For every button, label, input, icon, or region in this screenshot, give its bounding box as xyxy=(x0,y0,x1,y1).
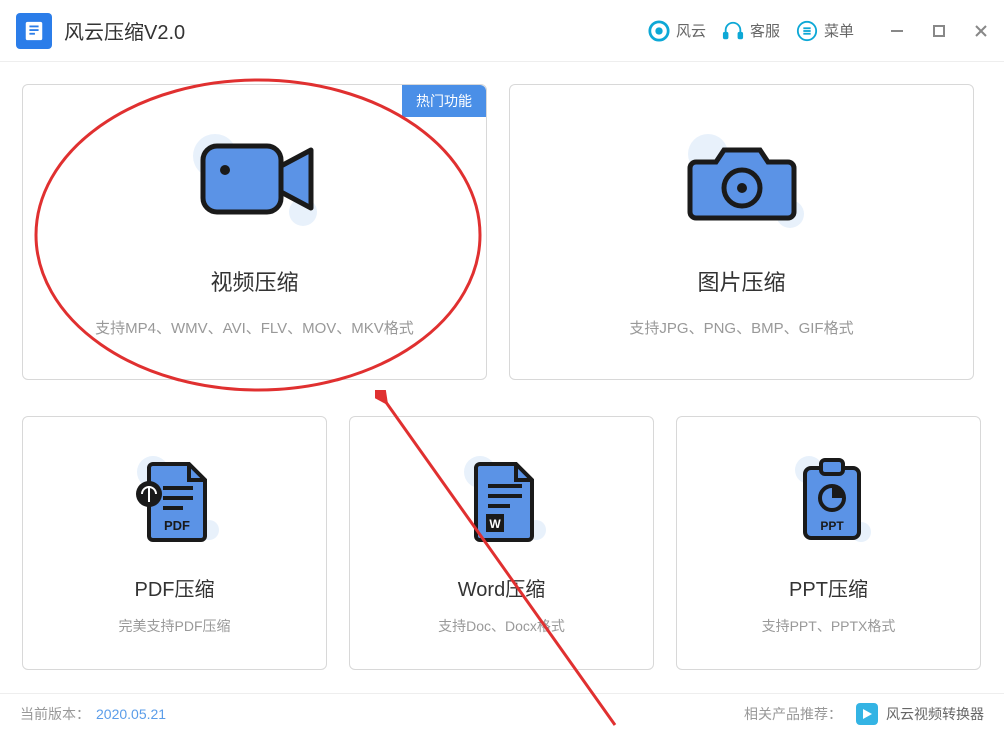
related-label: 相关产品推荐： xyxy=(744,704,842,724)
card-word-compress[interactable]: W Word压缩 支持Doc、Docx格式 xyxy=(349,416,654,670)
version-value: 2020.05.21 xyxy=(96,706,166,722)
card-title: PPT压缩 xyxy=(789,573,868,602)
footer-bar: 当前版本： 2020.05.21 相关产品推荐： 风云视频转换器 xyxy=(0,693,1004,733)
card-title: 图片压缩 xyxy=(697,265,785,297)
ppt-clipboard-icon: PPT xyxy=(779,450,879,555)
hot-badge: 热门功能 xyxy=(402,85,486,117)
related-product-link[interactable]: 风云视频转换器 xyxy=(856,703,984,725)
svg-text:PPT: PPT xyxy=(820,519,844,533)
card-video-compress[interactable]: 热门功能 视频压缩 支持MP4、WMV、AVI、FLV、MOV、MKV格式 xyxy=(22,84,487,380)
close-button[interactable] xyxy=(966,16,996,46)
brand-icon xyxy=(648,20,670,42)
card-subtitle: 完美支持PDF压缩 xyxy=(119,616,231,636)
video-camera-icon xyxy=(185,126,325,241)
card-subtitle: 支持Doc、Docx格式 xyxy=(438,616,565,636)
svg-text:W: W xyxy=(489,517,501,531)
version-label: 当前版本： xyxy=(20,704,90,724)
word-file-icon: W xyxy=(452,450,552,555)
brand-link[interactable]: 风云 xyxy=(648,20,706,42)
pdf-file-icon: PDF xyxy=(125,450,225,555)
related-product-name: 风云视频转换器 xyxy=(886,704,984,724)
app-icon xyxy=(16,13,52,49)
menu-link[interactable]: 菜单 xyxy=(796,20,854,42)
main-content: 热门功能 视频压缩 支持MP4、WMV、AVI、FLV、MOV、MKV格式 xyxy=(0,62,1004,693)
title-actions: 风云 客服 菜单 xyxy=(648,16,996,46)
brand-label: 风云 xyxy=(676,20,706,41)
card-ppt-compress[interactable]: PPT PPT压缩 支持PPT、PPTX格式 xyxy=(676,416,981,670)
support-link[interactable]: 客服 xyxy=(722,20,780,42)
menu-label: 菜单 xyxy=(824,20,854,41)
card-pdf-compress[interactable]: PDF PDF压缩 完美支持PDF压缩 xyxy=(22,416,327,670)
svg-text:PDF: PDF xyxy=(164,518,190,533)
minimize-button[interactable] xyxy=(882,16,912,46)
card-subtitle: 支持PPT、PPTX格式 xyxy=(762,616,896,636)
title-bar: 风云压缩V2.0 风云 客服 菜单 xyxy=(0,0,1004,62)
card-subtitle: 支持JPG、PNG、BMP、GIF格式 xyxy=(629,317,853,338)
card-subtitle: 支持MP4、WMV、AVI、FLV、MOV、MKV格式 xyxy=(95,317,414,338)
card-title: PDF压缩 xyxy=(135,573,215,602)
converter-icon xyxy=(856,703,878,725)
headset-icon xyxy=(722,20,744,42)
card-title: Word压缩 xyxy=(458,573,545,602)
camera-icon xyxy=(672,126,812,241)
support-label: 客服 xyxy=(750,20,780,41)
maximize-button[interactable] xyxy=(924,16,954,46)
app-title: 风云压缩V2.0 xyxy=(64,16,648,45)
menu-icon xyxy=(796,20,818,42)
card-title: 视频压缩 xyxy=(210,265,298,297)
card-image-compress[interactable]: 图片压缩 支持JPG、PNG、BMP、GIF格式 xyxy=(509,84,974,380)
